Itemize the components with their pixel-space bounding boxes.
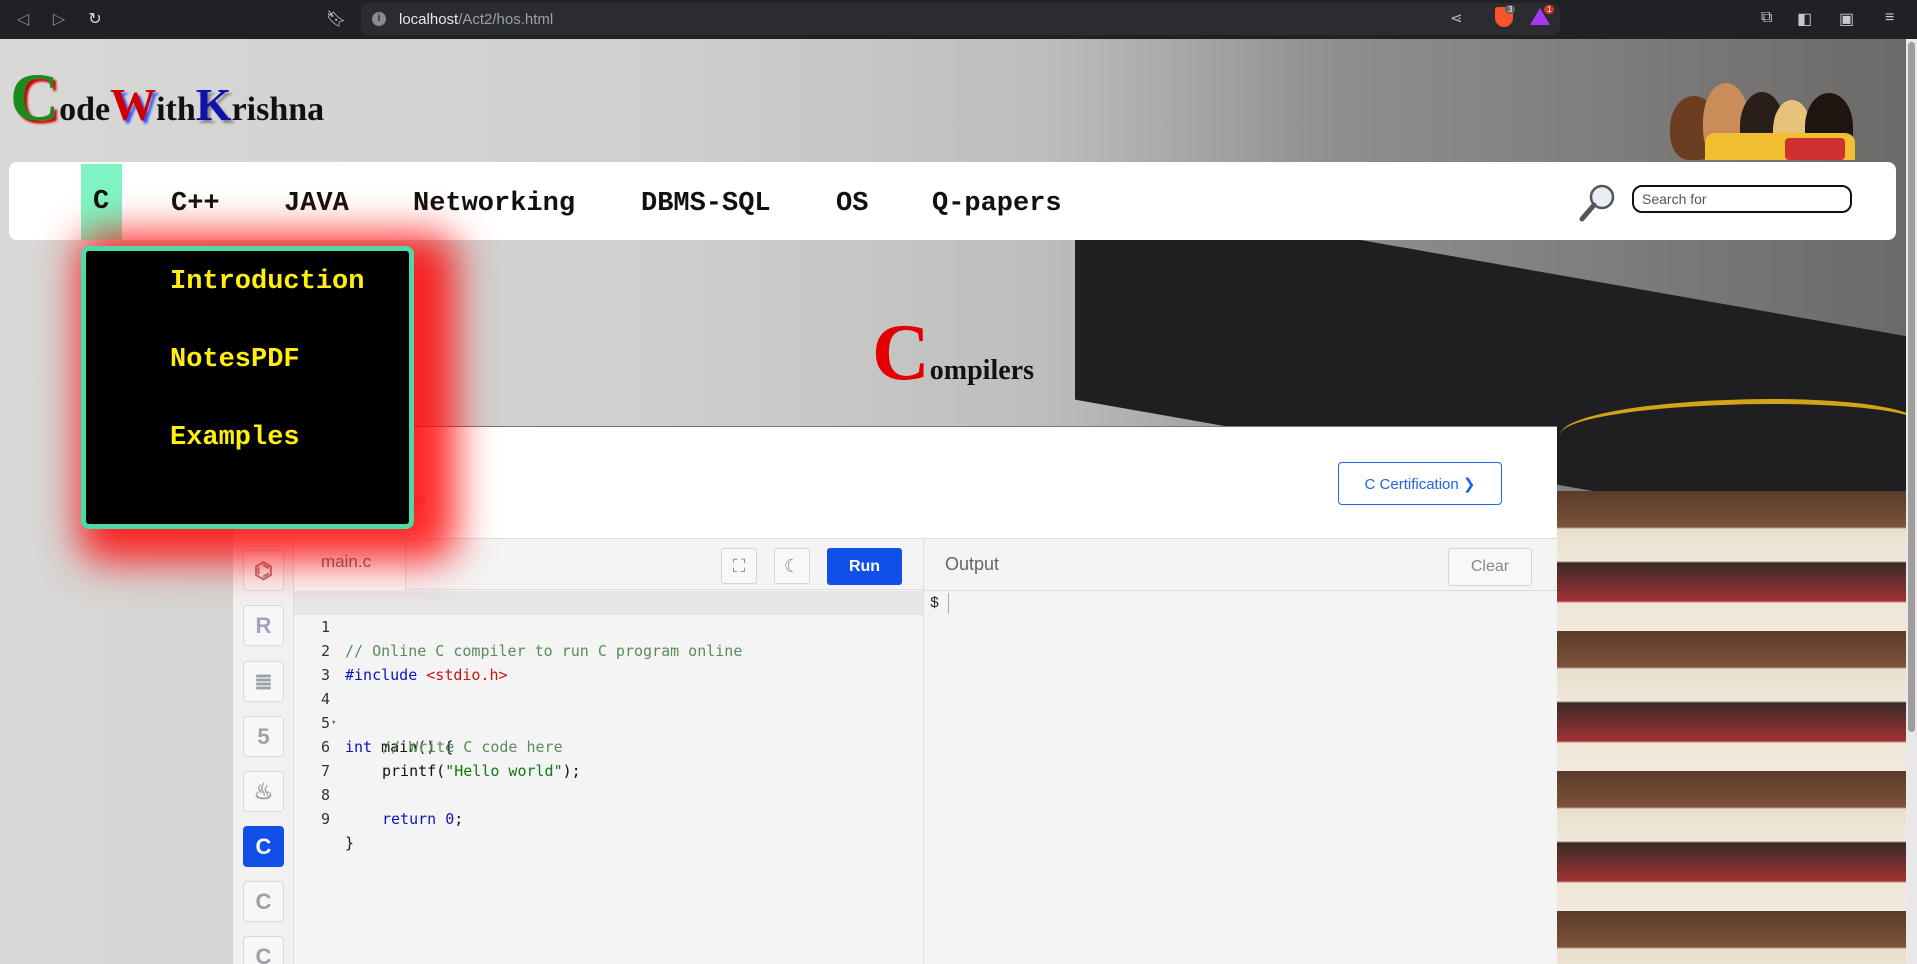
html5-icon[interactable]: 5 bbox=[243, 716, 284, 757]
code-keyword: return bbox=[382, 810, 437, 828]
nav-item-os[interactable]: OS bbox=[836, 189, 868, 219]
fullscreen-icon[interactable]: ⛶ bbox=[721, 548, 757, 584]
site-logo[interactable]: CodeWithKrishna bbox=[10, 58, 324, 137]
search-input[interactable] bbox=[1632, 185, 1852, 213]
sql-icon[interactable]: ≣ bbox=[243, 661, 284, 702]
code-line: 6 printf("Hello world"); bbox=[294, 711, 923, 780]
c-certification-button[interactable]: C Certification ❯ bbox=[1338, 462, 1502, 505]
code-editor[interactable]: 1 // Online C compiler to run C program … bbox=[294, 591, 923, 964]
logo-text-ith: ith bbox=[156, 91, 196, 128]
students-image bbox=[1665, 78, 1860, 160]
code-line: 3 bbox=[294, 639, 923, 684]
clear-button[interactable]: Clear bbox=[1448, 548, 1532, 586]
sidebar-icon[interactable]: ◧ bbox=[1797, 9, 1812, 29]
output-label: Output bbox=[945, 554, 1000, 574]
nav-item-dbms-sql[interactable]: DBMS-SQL bbox=[641, 189, 771, 219]
url-host: localhost bbox=[399, 11, 459, 28]
menu-icon[interactable]: ≡ bbox=[1885, 9, 1894, 27]
dropdown-item-introduction[interactable]: Introduction bbox=[170, 267, 364, 297]
share-icon[interactable]: ⋖ bbox=[1450, 9, 1463, 27]
books-image bbox=[1555, 491, 1906, 964]
output-cursor bbox=[948, 593, 949, 614]
line-number: 9 bbox=[320, 810, 330, 828]
c-icon[interactable]: C bbox=[243, 826, 284, 867]
nav-item-c-label: C bbox=[93, 187, 110, 217]
logo-text-rishna: rishna bbox=[231, 91, 325, 128]
widget-subtitle-fragment: er bbox=[412, 492, 426, 509]
output-prompt: $ bbox=[930, 595, 940, 612]
csharp-icon[interactable]: C bbox=[243, 936, 284, 964]
code-text: ; bbox=[454, 810, 464, 828]
code-line: 2 #include <stdio.h> bbox=[294, 615, 923, 684]
nav-item-networking[interactable]: Networking bbox=[413, 189, 575, 219]
logo-letter-c: C bbox=[10, 59, 60, 135]
r-icon[interactable]: R bbox=[243, 605, 284, 646]
nav-item-c[interactable]: C bbox=[81, 164, 122, 240]
url-text[interactable]: localhost/Act2/hos.html bbox=[399, 11, 553, 28]
python-icon[interactable]: ⌬ bbox=[243, 550, 284, 591]
scrollbar-thumb[interactable] bbox=[1908, 42, 1915, 732]
nav-item-q-papers[interactable]: Q-papers bbox=[932, 189, 1062, 219]
forward-icon[interactable]: ▷ bbox=[48, 8, 70, 30]
code-line: 9 } bbox=[294, 783, 923, 852]
code-line: 8 return 0; bbox=[294, 759, 923, 828]
wallet-icon[interactable]: ▣ bbox=[1839, 9, 1854, 29]
editor-output-divider[interactable] bbox=[923, 538, 924, 964]
heading-initial: C bbox=[872, 309, 930, 397]
dropdown-item-examples[interactable]: Examples bbox=[170, 423, 300, 453]
extensions-icon[interactable]: ⧉ bbox=[1761, 9, 1772, 27]
logo-letter-w: W bbox=[110, 79, 157, 130]
back-icon[interactable]: ◁ bbox=[12, 8, 34, 30]
code-number: 0 bbox=[445, 810, 455, 828]
run-button[interactable]: Run bbox=[827, 548, 902, 585]
dropdown-item-notespdf[interactable]: NotesPDF bbox=[170, 345, 300, 375]
page-heading: Compilers bbox=[872, 308, 1034, 399]
browser-toolbar: ◁ ▷ ↻ 🔖︎ i localhost/Act2/hos.html ⋖ 3 1… bbox=[0, 0, 1917, 39]
c-dropdown-menu: Introduction NotesPDF Examples bbox=[81, 246, 414, 529]
reload-icon[interactable]: ↻ bbox=[84, 8, 106, 30]
code-text: } bbox=[345, 834, 355, 852]
site-info-icon[interactable]: i bbox=[372, 12, 386, 26]
code-line: 5 // Write C code here bbox=[294, 687, 923, 756]
file-tab-main-c[interactable]: main.c bbox=[294, 538, 406, 590]
logo-letter-k: K bbox=[195, 79, 232, 130]
url-path: /Act2/hos.html bbox=[458, 11, 554, 28]
address-bar[interactable]: i localhost/Act2/hos.html ⋖ bbox=[361, 3, 1560, 35]
file-tab-label: main.c bbox=[321, 552, 372, 571]
nav-item-java[interactable]: JAVA bbox=[284, 189, 349, 219]
code-line: 7 bbox=[294, 735, 923, 780]
code-line: 4 ▾ int main() { bbox=[294, 663, 923, 756]
cpp-icon[interactable]: C bbox=[243, 881, 284, 922]
logo-text-ode: ode bbox=[59, 91, 111, 128]
bookmark-icon[interactable]: 🔖︎ bbox=[325, 8, 347, 30]
code-line: 1 // Online C compiler to run C program … bbox=[294, 591, 923, 660]
magnifier-icon[interactable] bbox=[1578, 183, 1618, 223]
output-header-border bbox=[924, 590, 1557, 591]
java-icon[interactable]: ♨ bbox=[243, 771, 284, 812]
heading-rest: ompilers bbox=[929, 355, 1034, 386]
nav-item-cpp[interactable]: C++ bbox=[171, 189, 220, 219]
dark-mode-icon[interactable]: ☾ bbox=[774, 548, 810, 584]
